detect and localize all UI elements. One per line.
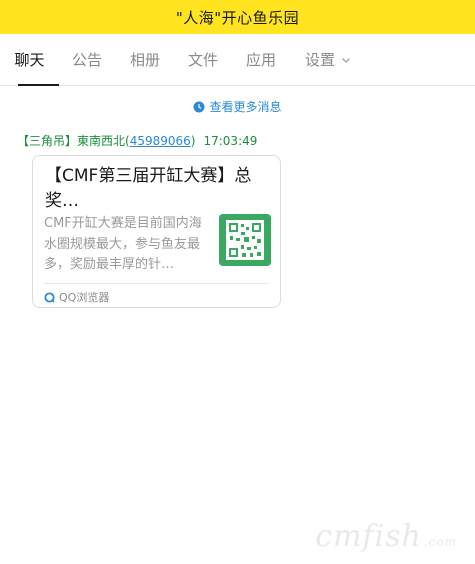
- card-source-label: QQ浏览器: [59, 291, 110, 304]
- sender-name: 東南西北: [77, 134, 126, 148]
- tab-files[interactable]: 文件: [182, 34, 224, 85]
- tab-bar: 聊天 公告 相册 文件 应用 设置: [0, 34, 475, 86]
- watermark-brand: cmfish: [315, 519, 422, 554]
- tab-announcement-label: 公告: [71, 51, 102, 69]
- tab-settings[interactable]: 设置: [300, 34, 356, 85]
- group-title: "人海"开心鱼乐园: [175, 8, 300, 27]
- sender-uid-link[interactable]: 45989066: [130, 134, 191, 148]
- view-more-messages-link[interactable]: 查看更多消息: [0, 98, 475, 115]
- clock-icon: [193, 101, 205, 112]
- tab-album[interactable]: 相册: [124, 34, 166, 85]
- tab-apps-label: 应用: [245, 51, 276, 69]
- message-timestamp: 17:03:49: [203, 134, 258, 148]
- qq-browser-icon: [44, 291, 55, 303]
- card-divider: [44, 283, 269, 284]
- message-sender-line: 【三角吊】東南西北(45989066) 17:03:49: [17, 132, 257, 149]
- qr-code-thumbnail-image: [219, 214, 271, 266]
- shared-link-card[interactable]: 【CMF第三届开缸大赛】总奖… CMF开缸大赛是目前国内海水圈规模最大，参与鱼友…: [32, 155, 281, 308]
- card-description: CMF开缸大赛是目前国内海水圈规模最大，参与鱼友最多，奖励最丰厚的针…: [44, 216, 202, 272]
- tab-chat[interactable]: 聊天: [9, 34, 59, 86]
- card-source: QQ浏览器: [44, 289, 109, 305]
- sender-tag: 【三角吊】: [17, 134, 78, 148]
- active-tab-indicator: [18, 84, 59, 86]
- tab-settings-label: 设置: [304, 51, 335, 69]
- cmfish-watermark: cmfish .com: [315, 519, 457, 554]
- uid-close-paren: ): [190, 134, 196, 148]
- tab-chat-label: 聊天: [14, 51, 45, 69]
- watermark-suffix: .com: [423, 535, 457, 549]
- view-more-messages-label: 查看更多消息: [209, 100, 282, 114]
- card-title: 【CMF第三届开缸大赛】总奖…: [45, 166, 252, 211]
- title-bar: "人海"开心鱼乐园: [0, 0, 475, 34]
- tab-album-label: 相册: [129, 51, 160, 69]
- chevron-down-icon: [342, 57, 350, 63]
- tab-apps[interactable]: 应用: [240, 34, 282, 85]
- tab-files-label: 文件: [187, 51, 218, 69]
- tab-announcement[interactable]: 公告: [66, 34, 108, 85]
